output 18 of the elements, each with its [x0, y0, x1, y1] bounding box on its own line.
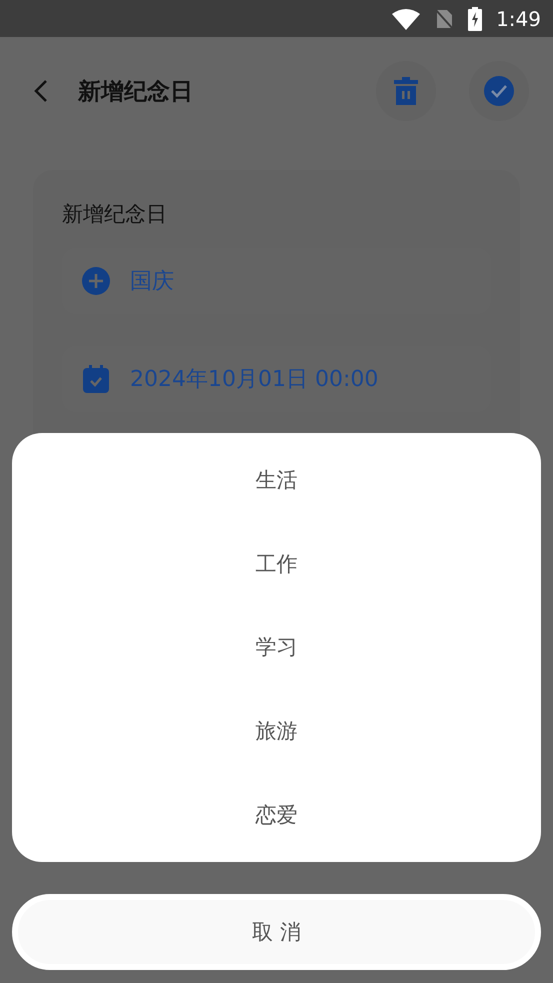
category-option[interactable]: 工作 — [12, 522, 541, 606]
battery-charging-icon — [468, 6, 482, 30]
wifi-icon — [392, 8, 420, 30]
category-option[interactable]: 旅游 — [12, 689, 541, 774]
card-title: 新增纪念日 — [62, 201, 168, 228]
back-button[interactable] — [34, 79, 48, 103]
category-option[interactable]: 生活 — [12, 438, 541, 522]
check-circle-icon — [484, 76, 514, 106]
category-option[interactable]: 恋爱 — [12, 773, 541, 857]
status-time: 1:49 — [496, 6, 541, 30]
trash-icon — [393, 77, 419, 105]
back-icon — [34, 79, 48, 103]
calendar-icon — [82, 365, 110, 393]
no-sim-icon — [434, 8, 454, 30]
category-option[interactable]: 学习 — [12, 606, 541, 690]
page-title: 新增纪念日 — [78, 78, 193, 106]
plus-circle-icon — [82, 267, 110, 295]
cancel-button[interactable]: 取 消 — [12, 894, 541, 970]
